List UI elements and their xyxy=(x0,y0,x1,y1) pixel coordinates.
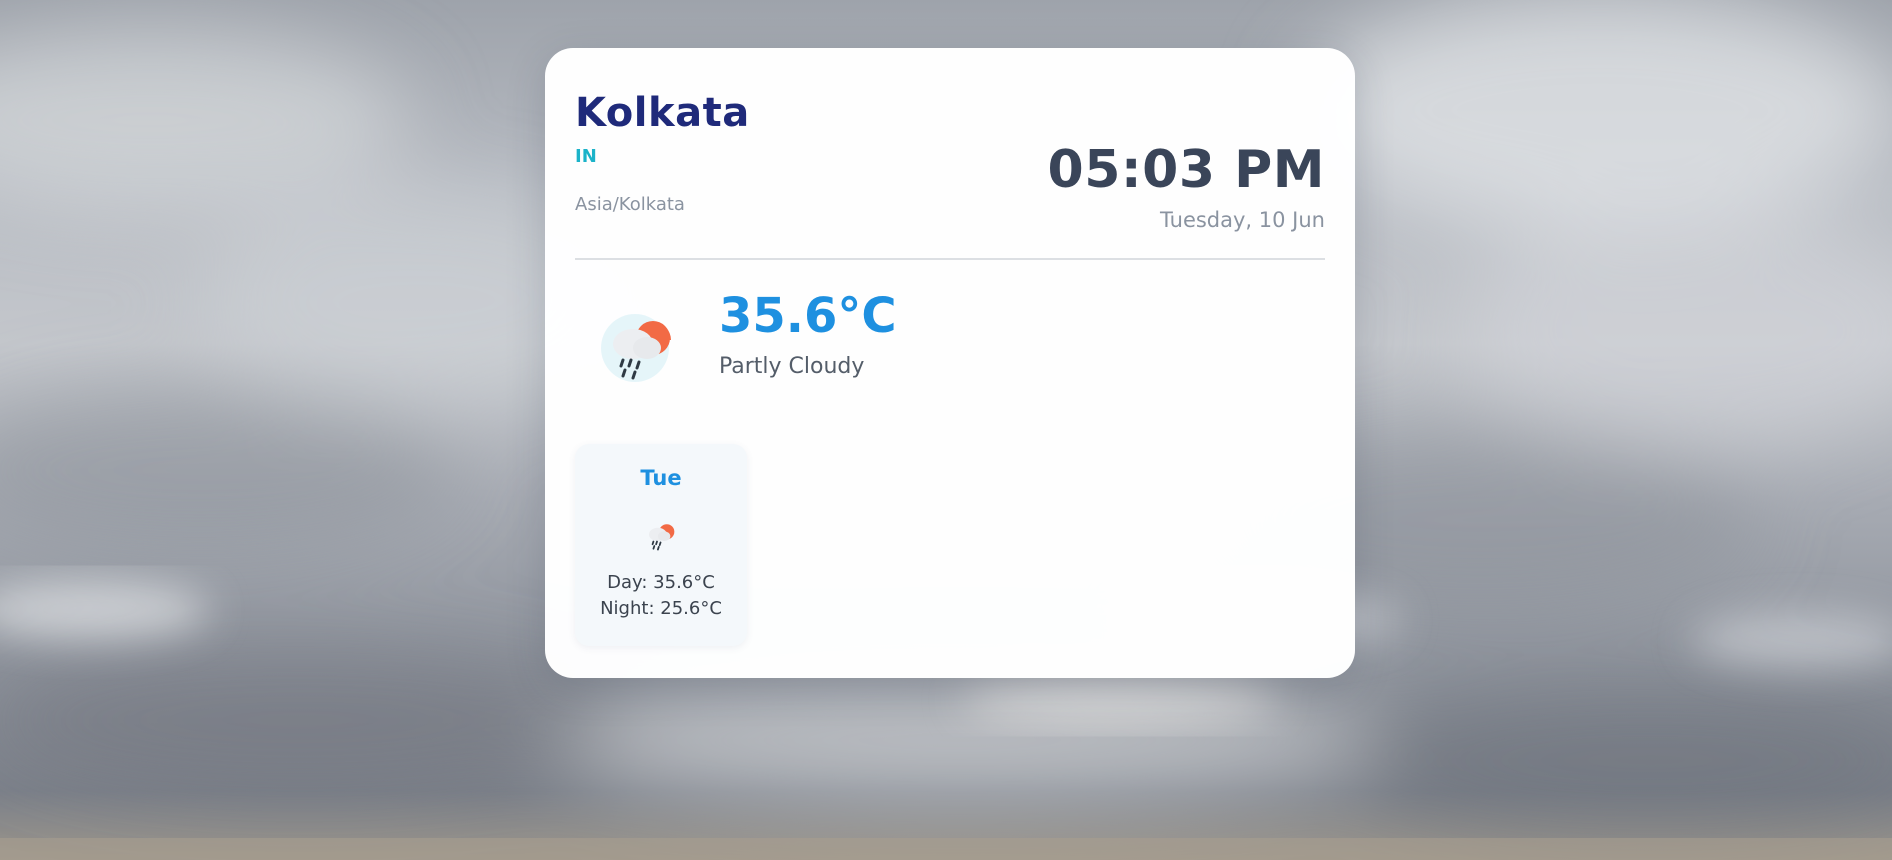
partly-cloudy-rain-icon xyxy=(595,298,685,388)
forecast-day-temperature: Day: 35.6°C xyxy=(607,572,715,593)
forecast-night-temperature: Night: 25.6°C xyxy=(600,598,722,619)
partly-cloudy-rain-icon xyxy=(641,514,681,554)
forecast-day-label: Tue xyxy=(640,466,682,490)
local-date: Tuesday, 10 Jun xyxy=(1160,208,1325,232)
country-code: IN xyxy=(575,146,597,167)
current-temperature: 35.6°C xyxy=(719,288,897,344)
city-name: Kolkata xyxy=(575,90,750,136)
header-divider xyxy=(575,258,1325,260)
local-time: 05:03 PM xyxy=(1047,140,1325,200)
weather-card: Kolkata IN Asia/Kolkata 05:03 PM Tuesday… xyxy=(545,48,1355,678)
timezone-label: Asia/Kolkata xyxy=(575,194,685,215)
forecast-day-card: Tue Day: 35.6°C Night: 25.6°C xyxy=(575,444,747,646)
current-condition: Partly Cloudy xyxy=(719,354,865,379)
